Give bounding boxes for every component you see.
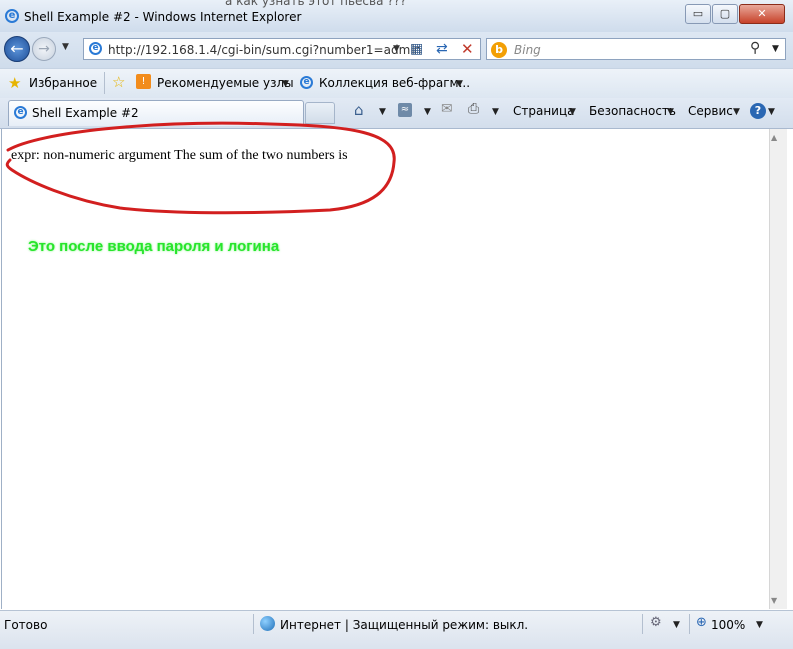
status-text: Готово: [4, 618, 48, 632]
security-icon[interactable]: ⚙: [650, 615, 662, 630]
security-dropdown[interactable]: ▼: [673, 620, 680, 630]
divider: [642, 614, 643, 634]
zone-text: Интернет | Защищенный режим: выкл.: [280, 618, 529, 632]
recent-pages-dropdown[interactable]: ▼: [62, 42, 69, 52]
green-annotation-text: Это после ввода пароля и логина: [28, 238, 280, 255]
minimize-icon: ▭: [692, 7, 704, 20]
tools-menu-dropdown[interactable]: ▼: [733, 107, 740, 117]
print-icon[interactable]: ⎙: [468, 101, 479, 117]
zoom-icon[interactable]: ⊕: [696, 615, 707, 630]
favorites-button[interactable]: Избранное: [29, 76, 97, 90]
maximize-icon: ▢: [719, 7, 731, 20]
forward-button[interactable]: →: [32, 37, 56, 61]
safety-menu[interactable]: Безопасность: [589, 104, 676, 118]
refresh-icon[interactable]: ⇄: [436, 41, 448, 57]
favorites-item-suggested-sites[interactable]: Рекомендуемые узлы: [157, 76, 294, 90]
maximize-button[interactable]: ▢: [712, 4, 738, 24]
minimize-button[interactable]: ▭: [685, 4, 711, 24]
tools-menu[interactable]: Сервис: [688, 104, 733, 118]
close-icon: ✕: [757, 7, 767, 20]
search-input[interactable]: Bing: [514, 43, 541, 57]
page-menu-dropdown[interactable]: ▼: [569, 107, 576, 117]
page-icon: e: [89, 42, 102, 55]
scroll-down-icon[interactable]: ▼: [771, 596, 777, 605]
divider: [689, 614, 690, 634]
help-icon[interactable]: ?: [750, 103, 766, 119]
suggested-sites-dropdown[interactable]: ▼: [282, 79, 289, 89]
favorites-item-web-slice-gallery[interactable]: Коллекция веб-фрагм...: [319, 76, 470, 90]
mail-icon[interactable]: ✉: [441, 101, 453, 117]
page-menu[interactable]: Страница: [513, 104, 575, 118]
print-dropdown[interactable]: ▼: [492, 107, 499, 117]
compatibility-icon[interactable]: ▦: [410, 41, 423, 57]
red-circle-stroke: [5, 121, 396, 215]
bing-icon: b: [491, 42, 507, 58]
window-title: Shell Example #2 - Windows Internet Expl…: [24, 10, 302, 24]
star-icon: ★: [8, 74, 22, 92]
back-icon: ←: [10, 39, 24, 58]
suggested-sites-icon: !: [136, 74, 151, 89]
zoom-level[interactable]: 100%: [711, 618, 745, 632]
back-button[interactable]: ←: [4, 36, 30, 62]
vertical-scrollbar[interactable]: [769, 129, 787, 609]
address-input[interactable]: http://192.168.1.4/cgi-bin/sum.cgi?numbe…: [108, 43, 421, 57]
red-circle-annotation: [5, 121, 396, 215]
help-dropdown[interactable]: ▼: [768, 107, 775, 117]
close-button[interactable]: ✕: [739, 4, 785, 24]
zoom-dropdown[interactable]: ▼: [756, 620, 763, 630]
address-dropdown[interactable]: ▼: [393, 44, 400, 54]
scroll-up-icon[interactable]: ▲: [771, 133, 777, 142]
globe-icon: [260, 616, 275, 631]
safety-menu-dropdown[interactable]: ▼: [667, 107, 674, 117]
search-icon[interactable]: ⚲: [750, 40, 760, 56]
ie-icon: e: [5, 9, 19, 23]
forward-icon: →: [38, 41, 50, 57]
stop-icon[interactable]: ✕: [461, 40, 474, 58]
web-slice-icon: e: [300, 76, 313, 89]
search-options-dropdown[interactable]: ▼: [772, 44, 779, 54]
add-favorites-icon[interactable]: ☆: [112, 73, 125, 91]
divider: [104, 72, 105, 94]
background-window-text: а как узнать этот пьесва ???: [225, 0, 407, 8]
rss-dropdown[interactable]: ▼: [424, 107, 431, 117]
web-slice-dropdown[interactable]: ▼: [456, 79, 463, 89]
divider: [253, 614, 254, 634]
